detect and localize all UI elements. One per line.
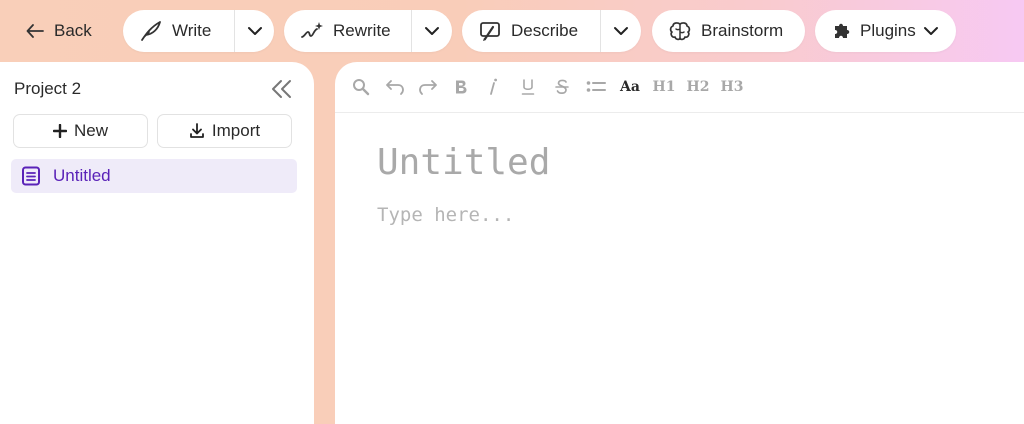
brainstorm-button[interactable]: Brainstorm	[652, 10, 805, 52]
new-document-button[interactable]: New	[13, 114, 148, 148]
font-style-button[interactable]: Aa	[619, 76, 641, 98]
plugins-button[interactable]: Plugins	[815, 10, 956, 52]
search-icon	[353, 79, 370, 96]
top-toolbar: Back Write Rewrite Describe Brainstorm P…	[0, 0, 1024, 62]
describe-label: Describe	[511, 21, 579, 40]
format-toolbar: Aa H1 H2 H3	[335, 62, 1024, 113]
search-button[interactable]	[350, 76, 372, 98]
write-dropdown-button[interactable]	[234, 10, 274, 52]
write-button[interactable]: Write	[123, 10, 234, 52]
plugins-label: Plugins	[860, 21, 916, 40]
heading-2-button[interactable]: H2	[687, 76, 710, 98]
puzzle-icon	[835, 23, 850, 38]
bold-button[interactable]	[451, 76, 471, 98]
arrow-left-icon	[26, 24, 44, 38]
collapse-sidebar-button[interactable]	[270, 78, 294, 100]
chevron-down-icon	[247, 27, 262, 35]
document-icon	[22, 166, 40, 186]
document-item-untitled[interactable]: Untitled	[11, 159, 297, 193]
brain-icon	[669, 22, 691, 41]
rewrite-button[interactable]: Rewrite	[284, 10, 411, 52]
download-icon	[190, 123, 204, 138]
document-body-input[interactable]: Type here...	[377, 204, 514, 226]
plugins-group: Plugins	[815, 10, 956, 52]
bold-icon	[456, 80, 467, 94]
italic-icon	[490, 78, 497, 95]
write-label: Write	[172, 21, 212, 40]
brainstorm-label: Brainstorm	[701, 21, 784, 40]
back-label: Back	[54, 21, 92, 40]
bullet-list-button[interactable]	[585, 76, 607, 98]
brainstorm-group: Brainstorm	[652, 10, 805, 52]
double-chevron-left-icon	[272, 80, 291, 98]
rewrite-label: Rewrite	[333, 21, 391, 40]
redo-button[interactable]	[416, 76, 440, 98]
underline-icon	[521, 79, 535, 95]
editor-panel: Aa H1 H2 H3 Untitled Type here...	[335, 62, 1024, 424]
describe-group: Describe	[462, 10, 641, 52]
document-item-label: Untitled	[53, 166, 111, 185]
describe-dropdown-button[interactable]	[600, 10, 640, 52]
chevron-down-icon	[613, 27, 628, 35]
heading-3-button[interactable]: H3	[721, 76, 744, 98]
back-button[interactable]: Back	[16, 10, 108, 52]
describe-icon	[480, 22, 500, 41]
new-label: New	[73, 121, 108, 140]
undo-icon	[386, 80, 404, 95]
strikethrough-icon	[555, 79, 569, 94]
list-icon	[586, 81, 606, 92]
rewrite-group: Rewrite	[284, 10, 452, 52]
plus-icon	[52, 124, 67, 138]
sparkle-pen-icon	[301, 22, 323, 38]
quill-icon	[141, 21, 161, 41]
chevron-down-icon	[424, 27, 439, 35]
project-sidebar: Project 2 New Import Untitled	[0, 62, 314, 424]
project-title: Project 2	[14, 79, 82, 98]
redo-icon	[419, 80, 437, 95]
describe-button[interactable]: Describe	[462, 10, 600, 52]
import-label: Import	[211, 121, 261, 140]
chevron-down-icon	[923, 27, 938, 35]
write-group: Write	[123, 10, 274, 52]
document-title-input[interactable]: Untitled	[377, 142, 550, 183]
heading-1-button[interactable]: H1	[653, 76, 676, 98]
strikethrough-button[interactable]	[552, 76, 572, 98]
undo-button[interactable]	[383, 76, 407, 98]
import-button[interactable]: Import	[157, 114, 292, 148]
rewrite-dropdown-button[interactable]	[411, 10, 451, 52]
underline-button[interactable]	[518, 76, 538, 98]
italic-button[interactable]	[484, 76, 504, 98]
